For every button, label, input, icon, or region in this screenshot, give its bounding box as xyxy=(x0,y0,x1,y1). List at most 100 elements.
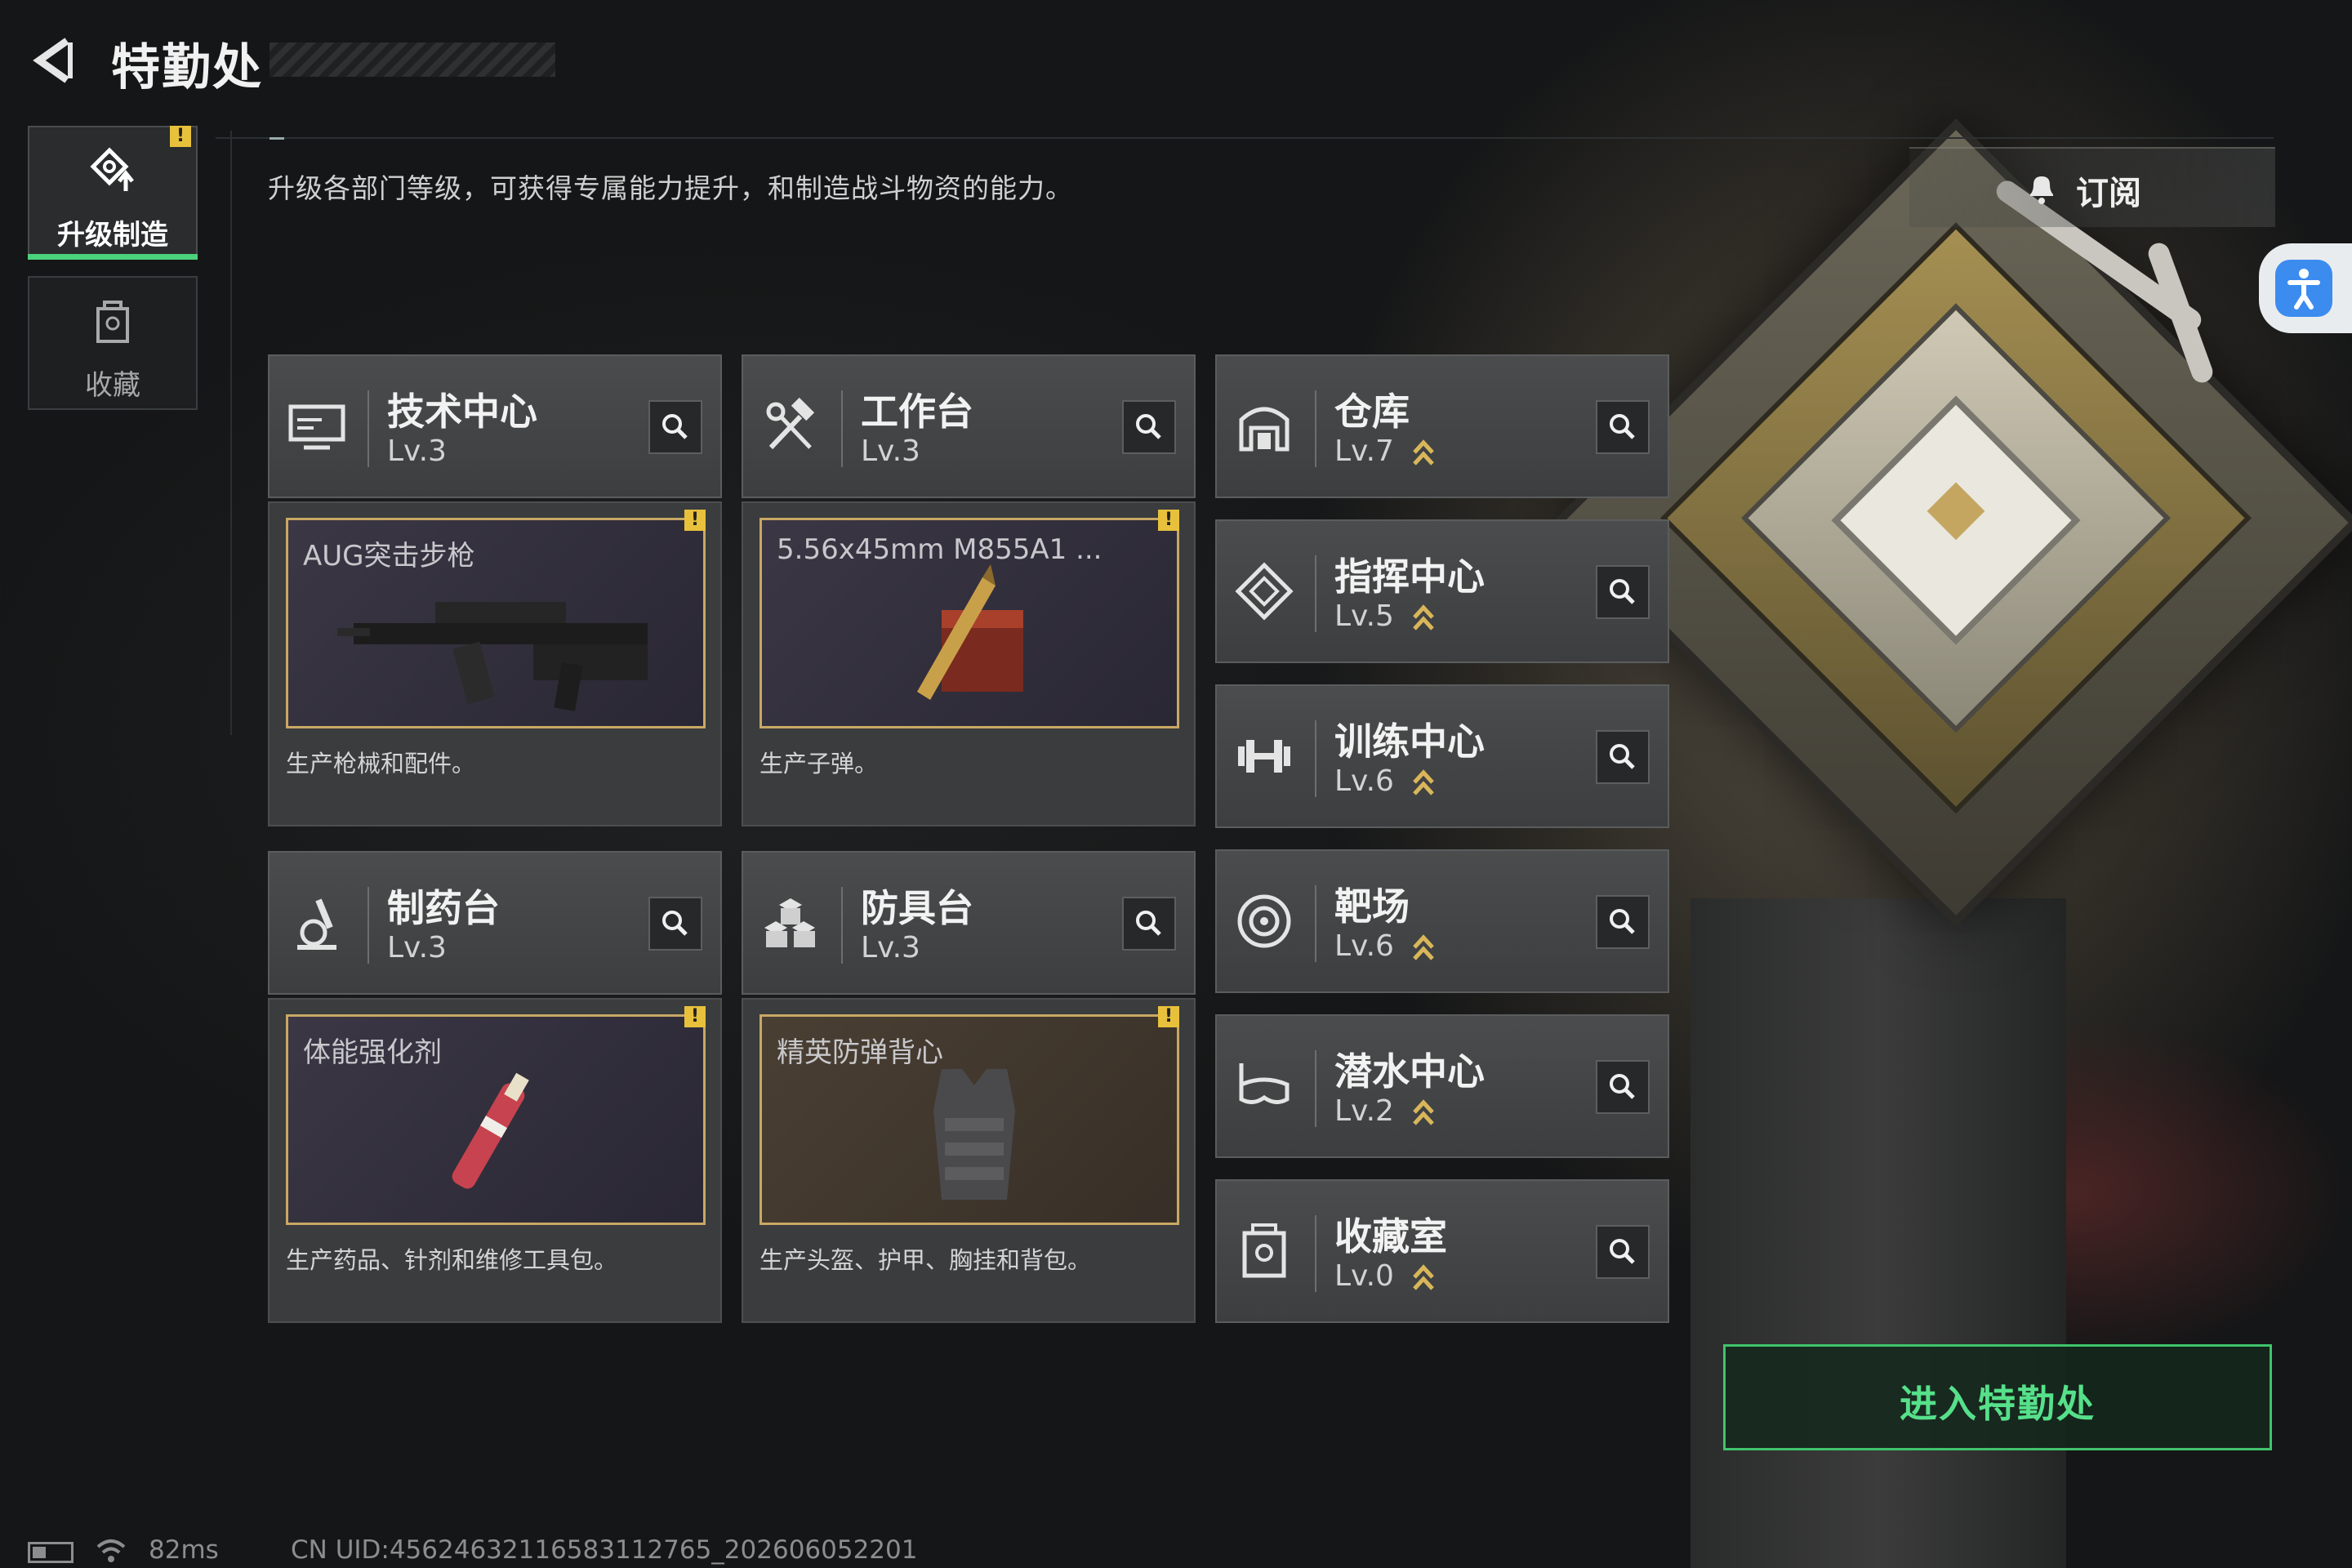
upgrade-arrow-icon xyxy=(1413,769,1434,795)
accessibility-icon xyxy=(2275,260,2332,317)
target-icon xyxy=(1237,894,1291,948)
dept-name: 防具台 xyxy=(861,886,973,930)
dept-description: 生产头盔、护甲、胸挂和背包。 xyxy=(760,1246,1092,1274)
card-separator xyxy=(1315,390,1316,467)
syringe-image xyxy=(452,1072,529,1189)
search-button[interactable] xyxy=(1596,565,1650,619)
dept-card-tech-center[interactable]: 技术中心 Lv.3 xyxy=(268,354,722,498)
upgrade-arrow-icon xyxy=(1413,604,1434,630)
collection-icon xyxy=(96,301,129,343)
dept-level: Lv.6 xyxy=(1334,929,1394,963)
armor-blocks-icon xyxy=(764,898,815,947)
card-separator xyxy=(368,887,369,964)
tab-collection[interactable]: 收藏 xyxy=(28,276,198,410)
back-arrow-icon[interactable] xyxy=(29,36,78,85)
production-panel-workbench[interactable]: 5.56x45mm M855A1 ... ! 生产子弹。 xyxy=(742,501,1196,826)
search-button[interactable] xyxy=(1122,400,1176,454)
item-frame: 5.56x45mm M855A1 ... xyxy=(760,518,1179,728)
dept-level: Lv.2 xyxy=(1334,1094,1394,1128)
dept-level: Lv.7 xyxy=(1334,434,1394,468)
card-separator xyxy=(1315,555,1316,632)
enter-special-ops-button[interactable]: 进入特勤处 xyxy=(1723,1344,2272,1450)
card-separator xyxy=(1315,720,1316,797)
dumbbell-icon xyxy=(1238,740,1290,773)
dept-card-shooting-range[interactable]: 靶场 Lv.6 xyxy=(1215,849,1669,993)
dept-name: 制药台 xyxy=(387,886,500,930)
search-icon xyxy=(1136,414,1161,439)
search-button[interactable] xyxy=(648,897,702,951)
search-icon xyxy=(1610,909,1635,934)
dept-card-training-center[interactable]: 训练中心 Lv.6 xyxy=(1215,684,1669,828)
enter-button-label: 进入特勤处 xyxy=(1900,1382,2096,1426)
dept-card-collection-room[interactable]: 收藏室 Lv.0 xyxy=(1215,1179,1669,1323)
upgrade-arrow-icon xyxy=(1413,1099,1434,1125)
card-separator xyxy=(1315,885,1316,962)
dept-card-workbench[interactable]: 工作台 Lv.3 xyxy=(742,354,1196,498)
search-button[interactable] xyxy=(1596,400,1650,454)
dept-level: Lv.3 xyxy=(387,434,447,468)
dept-name: 仓库 xyxy=(1334,390,1410,434)
user-uid: CN UID:4562463211658311276​5_20260605220… xyxy=(291,1535,918,1565)
ammo-box-image xyxy=(917,564,1023,700)
dept-level: Lv.0 xyxy=(1334,1259,1394,1293)
search-icon xyxy=(1610,1074,1635,1099)
tab-upgrade-craft[interactable]: 升级制造 ! xyxy=(28,126,198,260)
page-title: 特勤处 xyxy=(111,39,263,96)
dept-description: 生产药品、针剂和维修工具包。 xyxy=(286,1246,618,1274)
search-icon xyxy=(1610,1239,1635,1264)
dept-card-pharmacy[interactable]: 制药台 Lv.3 xyxy=(268,851,722,995)
search-button[interactable] xyxy=(1122,897,1176,951)
card-separator xyxy=(841,390,843,467)
search-button[interactable] xyxy=(1596,895,1650,949)
dept-name: 训练中心 xyxy=(1334,719,1485,764)
production-panel-tech-center[interactable]: AUG突击步枪 ! 生产枪械和配件。 xyxy=(268,501,722,826)
search-button[interactable] xyxy=(648,400,702,454)
bell-icon xyxy=(2030,176,2053,204)
production-panel-pharmacy[interactable]: 体能强化剂 ! 生产药品、针剂和维修工具包。 xyxy=(268,998,722,1323)
search-button[interactable] xyxy=(1596,1225,1650,1279)
battery-icon xyxy=(28,1542,74,1563)
dept-level: Lv.3 xyxy=(861,931,920,964)
production-panel-armor-bench[interactable]: 精英防弹背心 ! 生产头盔、护甲、胸挂和背包。 xyxy=(742,998,1196,1323)
dept-name: 技术中心 xyxy=(387,390,537,434)
dept-level: Lv.3 xyxy=(387,931,447,964)
warning-badge: ! xyxy=(1158,510,1179,531)
upgrade-arrow-icon xyxy=(1413,934,1434,960)
search-icon xyxy=(1610,744,1635,769)
card-separator xyxy=(368,390,369,467)
microscope-icon xyxy=(297,898,336,950)
title-decoration xyxy=(270,42,555,77)
vest-image xyxy=(933,1069,1015,1200)
dept-level: Lv.5 xyxy=(1334,599,1394,633)
ping-value: 82ms xyxy=(149,1535,219,1565)
divider-dash xyxy=(270,137,284,140)
dept-level: Lv.3 xyxy=(861,434,920,468)
upgrade-icon xyxy=(90,147,134,191)
subscribe-label: 订阅 xyxy=(2076,175,2141,212)
search-icon xyxy=(1610,579,1635,604)
divider xyxy=(230,131,232,735)
accessibility-button[interactable] xyxy=(2259,243,2352,333)
search-button[interactable] xyxy=(1596,1060,1650,1114)
background-pillar xyxy=(1690,898,2066,1568)
dept-name: 潜水中心 xyxy=(1334,1049,1485,1094)
dept-card-command-center[interactable]: 指挥中心 Lv.5 xyxy=(1215,519,1669,663)
warning-badge: ! xyxy=(684,510,706,531)
wifi-icon xyxy=(96,1539,126,1562)
dept-card-diving-center[interactable]: 潜水中心 Lv.2 xyxy=(1215,1014,1669,1158)
tab-label: 收藏 xyxy=(85,369,140,402)
search-icon xyxy=(1136,911,1161,936)
tab-label: 升级制造 xyxy=(57,219,168,252)
dept-card-warehouse[interactable]: 仓库 Lv.7 xyxy=(1215,354,1669,498)
search-icon xyxy=(662,414,688,439)
item-name: 体能强化剂 xyxy=(303,1036,442,1069)
search-icon xyxy=(1610,414,1635,439)
search-icon xyxy=(662,911,688,936)
dept-card-armor-bench[interactable]: 防具台 Lv.3 xyxy=(742,851,1196,995)
dept-name: 工作台 xyxy=(861,390,973,434)
dept-name: 指挥中心 xyxy=(1334,555,1485,599)
search-button[interactable] xyxy=(1596,730,1650,784)
subscribe-button[interactable]: 订阅 xyxy=(1909,147,2275,227)
warning-badge: ! xyxy=(684,1006,706,1027)
diving-mask-icon xyxy=(1239,1063,1290,1104)
